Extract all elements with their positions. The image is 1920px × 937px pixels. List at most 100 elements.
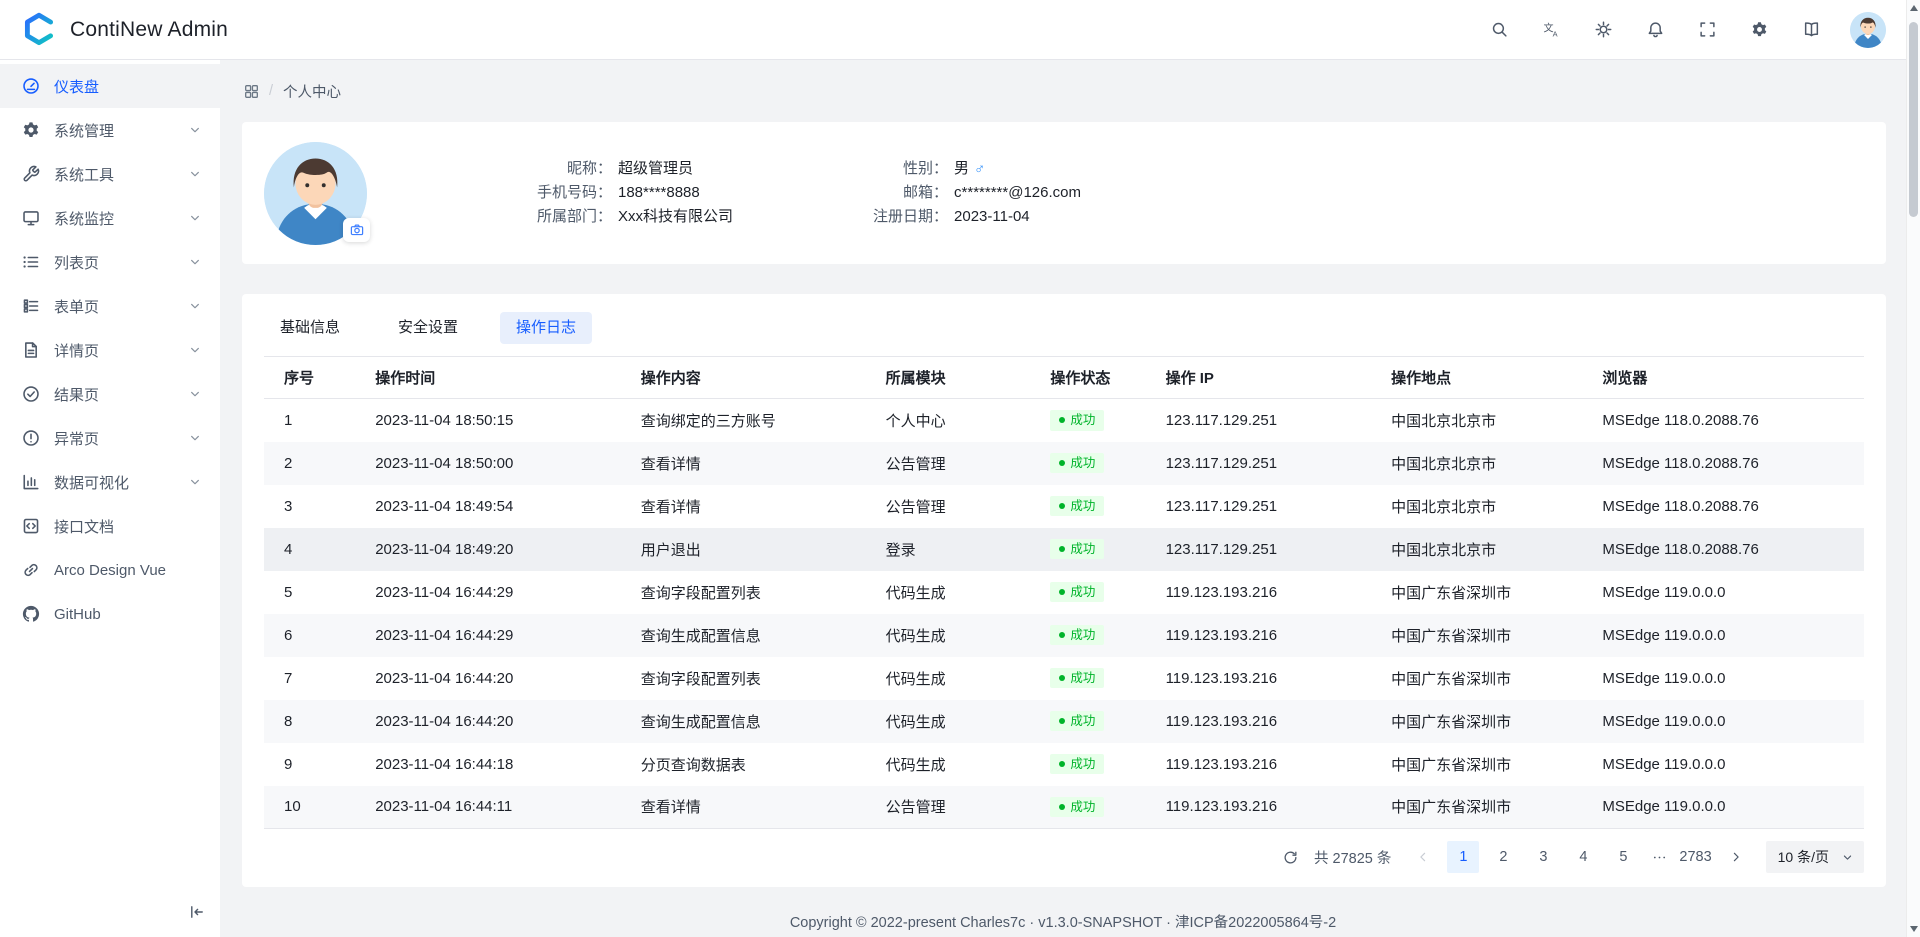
chevron-down-icon [188,343,202,357]
profile-field: 手机号码：188****8888 [517,181,733,205]
fullscreen-button[interactable] [1690,13,1724,47]
profile-fields-left: 昵称：超级管理员手机号码：188****8888所属部门：Xxx科技有限公司 [517,157,733,229]
sidebar-item-system-tools[interactable]: 系统工具 [0,152,220,196]
table-row: 102023-11-04 16:44:11查看详情公告管理成功119.123.1… [264,786,1864,829]
breadcrumb-current: 个人中心 [283,81,341,102]
status-dot-icon [1059,460,1065,466]
user-avatar[interactable] [1850,12,1886,48]
chevron-down-icon [188,123,202,137]
column-header: 操作地点 [1371,357,1582,399]
translate-button[interactable]: 文A [1534,13,1568,47]
chevron-right-icon [1729,850,1743,864]
sidebar-item-data-visualization[interactable]: 数据可视化 [0,460,220,504]
logo-area: ContiNew Admin [20,11,228,49]
sidebar-item-api-docs[interactable]: 接口文档 [0,504,220,548]
sidebar-item-label: 表单页 [54,296,174,317]
app-title: ContiNew Admin [70,18,228,42]
refresh-button[interactable] [1276,842,1306,872]
tab-card: 基础信息安全设置操作日志 序号操作时间操作内容所属模块操作状态操作 IP操作地点… [242,294,1886,887]
scrollbar-down-arrow[interactable] [1910,926,1918,932]
api-icon [22,517,40,535]
grid-icon [244,84,259,99]
search-button[interactable] [1482,13,1516,47]
tab-basic-info[interactable]: 基础信息 [264,312,356,344]
scrollbar-up-arrow[interactable] [1910,5,1918,11]
refresh-icon [1283,850,1298,865]
sidebar-item-arco-design-vue[interactable]: Arco Design Vue [0,548,220,592]
collapse-sidebar-button[interactable] [184,899,210,925]
next-page-button[interactable] [1720,841,1752,873]
status-badge: 成功 [1050,797,1104,818]
sun-icon [1595,21,1612,38]
table-row: 22023-11-04 18:50:00查看详情公告管理成功123.117.12… [264,442,1864,485]
page-size-select[interactable]: 10 条/页 [1766,841,1864,873]
status-dot-icon [1059,589,1065,595]
page-button-2783[interactable]: 2783 [1679,841,1711,873]
sidebar-menu: 仪表盘系统管理系统工具系统监控列表页表单页详情页结果页异常页数据可视化接口文档 A… [0,64,220,636]
status-dot-icon [1059,804,1065,810]
link-icon [22,561,40,579]
avatar-wrap [264,142,367,245]
table-row: 42023-11-04 18:49:20用户退出登录成功123.117.129.… [264,528,1864,571]
copyright-text: Copyright © 2022-present Charles7c · v1.… [790,911,1336,932]
monitor-icon [22,209,40,227]
settings-button[interactable] [1742,13,1776,47]
page-button-1[interactable]: 1 [1447,841,1479,873]
header-actions: 文A [1482,12,1900,48]
chevron-down-icon [188,255,202,269]
tool-icon [22,165,40,183]
sidebar-item-github[interactable]: GitHub [0,592,220,636]
status-dot-icon [1059,503,1065,509]
scrollbar-thumb[interactable] [1909,22,1918,217]
profile-field-label: 注册日期： [853,205,948,229]
app-logo-icon [20,11,58,49]
more-pages-button[interactable] [1647,850,1671,865]
sidebar-item-label: Arco Design Vue [54,562,202,579]
github-icon [22,605,40,623]
edit-avatar-button[interactable] [343,218,370,242]
page-button-2[interactable]: 2 [1487,841,1519,873]
breadcrumb: / 个人中心 [220,60,1906,122]
sidebar-item-label: 结果页 [54,384,174,405]
sidebar-item-detail-pages[interactable]: 详情页 [0,328,220,372]
sidebar-item-system-monitor[interactable]: 系统监控 [0,196,220,240]
file-icon [22,341,40,359]
sidebar-item-label: GitHub [54,606,202,623]
sidebar-item-list-pages[interactable]: 列表页 [0,240,220,284]
breadcrumb-home-icon[interactable] [244,84,259,99]
column-header: 操作内容 [621,357,866,399]
theme-button[interactable] [1586,13,1620,47]
sidebar-item-label: 详情页 [54,340,174,361]
sidebar-item-system-management[interactable]: 系统管理 [0,108,220,152]
profile-fields-right: 性别：男♂邮箱：c********@126.com注册日期：2023-11-04 [853,157,1081,229]
page-button-4[interactable]: 4 [1567,841,1599,873]
user-avatar-image [1850,12,1886,48]
gear-icon [1751,21,1768,38]
page-button-5[interactable]: 5 [1607,841,1639,873]
notifications-button[interactable] [1638,13,1672,47]
sidebar-item-result-pages[interactable]: 结果页 [0,372,220,416]
chevron-down-icon [188,387,202,401]
docs-button[interactable] [1794,13,1828,47]
page-size-value: 10 条/页 [1778,847,1829,867]
profile-field-label: 邮箱： [853,181,948,205]
main-content: / 个人中心 昵称：超级管理员手机号码：188****8888所属部门：Xxx科… [220,60,1906,937]
tab-operation-log[interactable]: 操作日志 [500,312,592,344]
prev-page-button[interactable] [1407,841,1439,873]
sidebar-item-exception-pages[interactable]: 异常页 [0,416,220,460]
search-icon [1491,21,1508,38]
sidebar-item-label: 系统管理 [54,120,174,141]
profile-field-value: 2023-11-04 [954,205,1030,229]
sidebar-item-dashboard[interactable]: 仪表盘 [0,64,220,108]
column-header: 浏览器 [1582,357,1864,399]
status-dot-icon [1059,675,1065,681]
page-button-3[interactable]: 3 [1527,841,1559,873]
profile-card: 昵称：超级管理员手机号码：188****8888所属部门：Xxx科技有限公司 性… [242,122,1886,264]
sidebar-item-label: 异常页 [54,428,174,449]
app-header: ContiNew Admin 文A [0,0,1920,60]
tab-security-settings[interactable]: 安全设置 [382,312,474,344]
status-badge: 成功 [1050,668,1104,689]
profile-field-value: 男♂ [954,157,985,181]
sidebar-item-form-pages[interactable]: 表单页 [0,284,220,328]
sidebar-item-label: 仪表盘 [54,76,202,97]
